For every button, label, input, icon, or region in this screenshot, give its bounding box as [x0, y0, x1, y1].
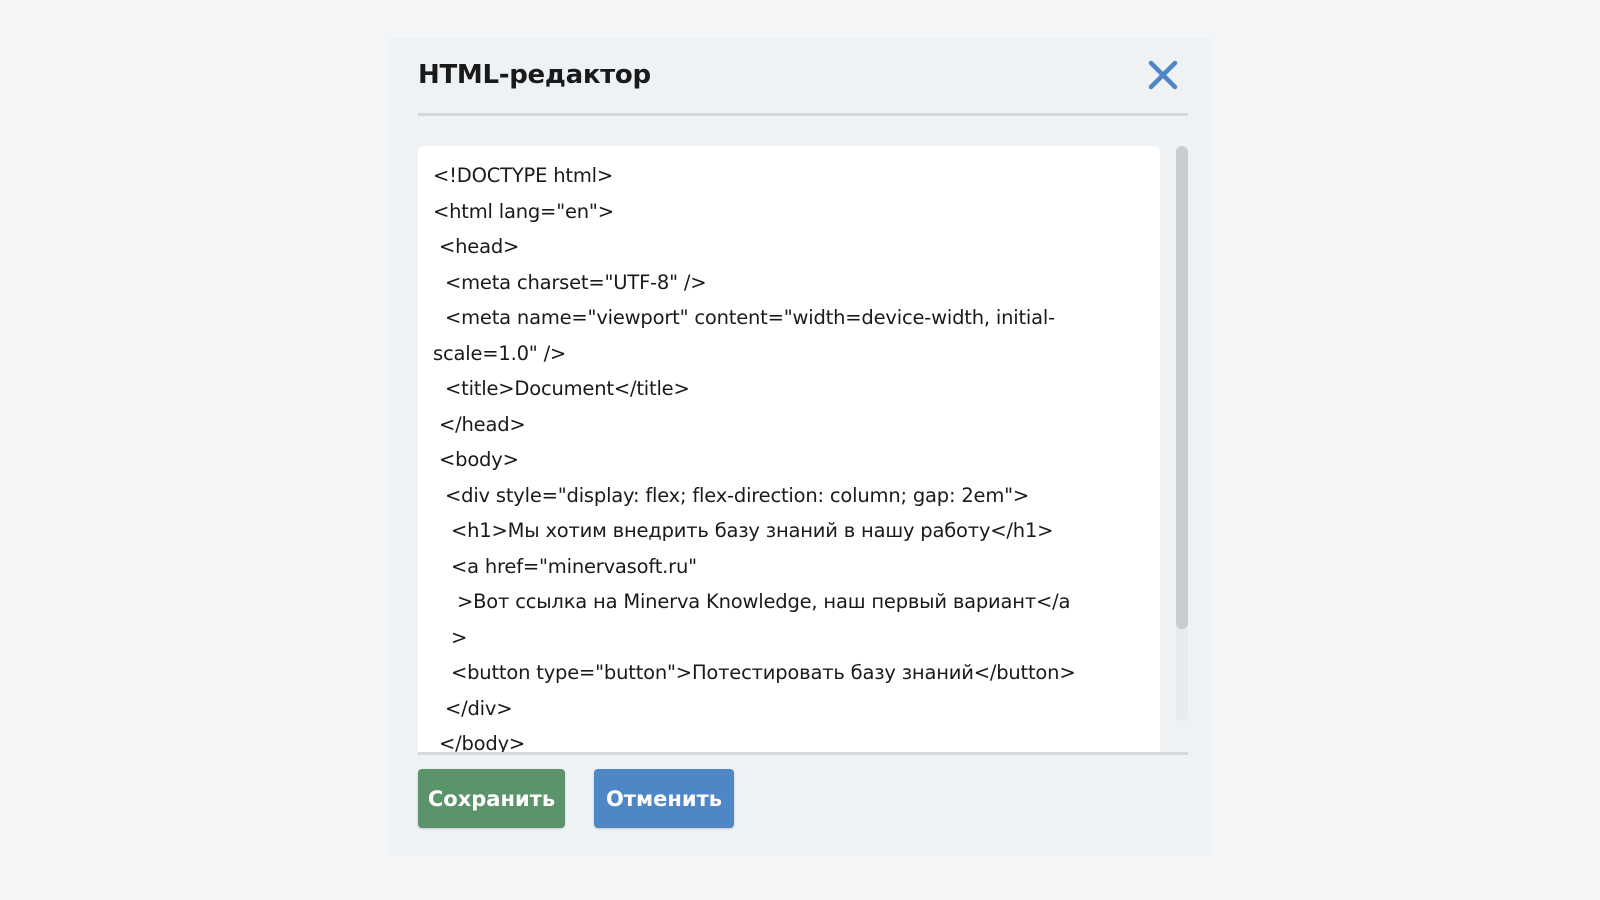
close-icon	[1148, 60, 1178, 90]
code-line: </div>	[433, 696, 513, 720]
code-line: scale=1.0" />	[433, 341, 567, 365]
scrollbar[interactable]	[1176, 146, 1188, 721]
code-line: <html lang="en">	[433, 199, 614, 223]
code-line: <!DOCTYPE html>	[433, 164, 613, 187]
code-line: <a href="minervasoft.ru"	[433, 554, 697, 578]
dialog-header: HTML-редактор	[418, 38, 1188, 116]
dialog-title: HTML-редактор	[418, 60, 651, 90]
editor-area: <!DOCTYPE html> <html lang="en"> <head> <…	[418, 146, 1188, 754]
code-line: >Вот ссылка на Minerva Knowledge, наш пе…	[433, 590, 1071, 613]
html-editor-dialog: HTML-редактор <!DOCTYPE html> <html lang=…	[388, 38, 1212, 856]
code-line: <title>Document</title>	[433, 377, 690, 400]
code-line: <body>	[433, 448, 519, 471]
code-line: <meta charset="UTF-8" />	[433, 270, 707, 294]
code-line: <div style="display: flex; flex-directio…	[433, 483, 1030, 507]
header-divider	[418, 113, 1188, 116]
code-line: <head>	[433, 235, 520, 258]
code-line: <h1>Мы хотим внедрить базу знаний в нашу…	[433, 519, 1054, 542]
scrollbar-thumb[interactable]	[1176, 146, 1188, 629]
cancel-button[interactable]: Отменить	[594, 769, 734, 828]
code-line: </body>	[433, 732, 526, 754]
code-line: </head>	[433, 412, 526, 436]
code-editor[interactable]: <!DOCTYPE html> <html lang="en"> <head> <…	[418, 146, 1160, 754]
code-line: <button type="button">Потестировать базу…	[433, 661, 1076, 684]
close-button[interactable]	[1146, 58, 1180, 92]
save-button[interactable]: Сохранить	[418, 769, 565, 828]
footer-divider	[418, 752, 1188, 755]
code-line: >	[433, 625, 468, 649]
code-line: <meta name="viewport" content="width=dev…	[433, 306, 1055, 329]
